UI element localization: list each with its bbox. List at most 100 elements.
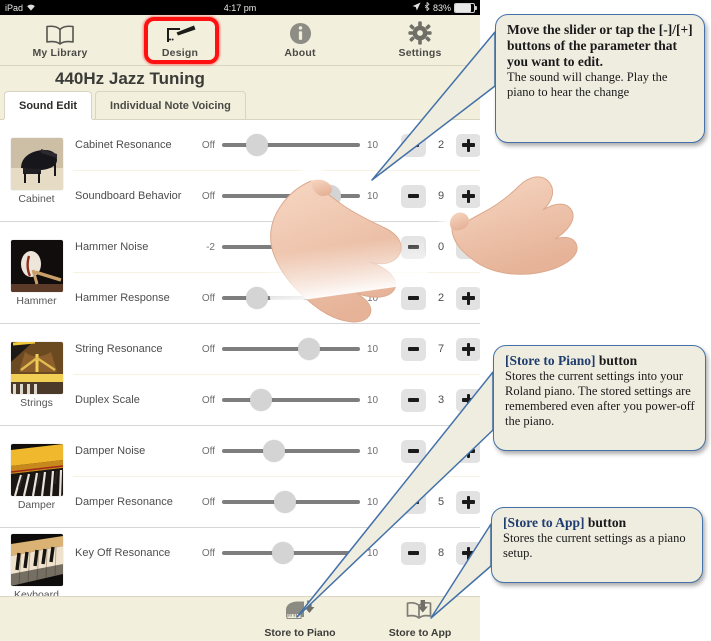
increment-button[interactable] xyxy=(456,490,480,514)
parameter-name: Duplex Scale xyxy=(75,394,140,406)
parameter-slider[interactable] xyxy=(222,389,360,411)
increment-button[interactable] xyxy=(456,286,480,310)
slider-min-label: Off xyxy=(201,547,215,559)
plus-icon xyxy=(462,240,475,254)
increment-button[interactable] xyxy=(456,388,480,412)
main-tab-bar[interactable]: My Library Design About Settings xyxy=(0,15,480,66)
plus-icon xyxy=(462,189,475,203)
callout-slider-instruction: Move the slider or tap the [-]/[+] butto… xyxy=(495,14,705,143)
increment-button[interactable] xyxy=(456,439,480,463)
store-to-piano-button[interactable]: Store to Piano xyxy=(240,597,360,641)
callout-store-piano-keyword: [Store to Piano] xyxy=(505,353,596,368)
parameter-slider[interactable] xyxy=(222,134,360,156)
stepper-controls[interactable]: 8 xyxy=(401,541,480,565)
store-to-app-label: Store to App xyxy=(388,627,452,639)
group-thumbnail-cell: Keyboard xyxy=(0,528,73,605)
minus-icon xyxy=(408,245,419,249)
increment-button[interactable] xyxy=(456,337,480,361)
parameter-name: Damper Noise xyxy=(75,445,146,457)
parameter-name: Soundboard Behavior xyxy=(75,190,182,202)
stepper-controls[interactable]: 5 xyxy=(401,490,480,514)
decrement-button[interactable] xyxy=(401,286,426,310)
parameter-value: 7 xyxy=(437,343,445,355)
tab-design[interactable]: Design xyxy=(120,15,240,65)
slider-knob[interactable] xyxy=(249,389,272,411)
stepper-controls[interactable]: 4 xyxy=(401,439,480,463)
parameter-slider[interactable] xyxy=(222,491,360,513)
decrement-button[interactable] xyxy=(401,388,426,412)
plus-icon xyxy=(462,342,475,356)
stepper-controls[interactable]: 2 xyxy=(401,286,480,310)
decrement-button[interactable] xyxy=(401,541,426,565)
gear-icon xyxy=(408,21,432,45)
plus-icon xyxy=(462,495,475,509)
parameter-row: Damper Noise Off 10 4 xyxy=(73,426,480,476)
parameter-slider[interactable] xyxy=(222,542,360,564)
increment-button[interactable] xyxy=(456,235,480,259)
stepper-controls[interactable]: 0 xyxy=(401,235,480,259)
slider-knob[interactable] xyxy=(271,542,294,564)
parameter-slider[interactable] xyxy=(222,185,360,207)
minus-icon xyxy=(408,500,419,504)
parameter-group: Cabinet Cabinet Resonance Off 10 2 Soundboard… xyxy=(0,120,480,222)
bottom-toolbar[interactable]: Store to Piano Store to App xyxy=(0,596,480,641)
decrement-button[interactable] xyxy=(401,235,426,259)
increment-button[interactable] xyxy=(456,184,480,208)
stepper-controls[interactable]: 9 xyxy=(401,184,480,208)
minus-icon xyxy=(408,194,419,198)
slider-min-label: Off xyxy=(201,292,215,304)
slider-min-label: Off xyxy=(201,190,215,202)
increment-button[interactable] xyxy=(456,541,480,565)
tab-my-library[interactable]: My Library xyxy=(0,15,120,65)
decrement-button[interactable] xyxy=(401,439,426,463)
group-rows: Key Off Resonance Off 10 8 xyxy=(73,528,480,605)
slider-max-label: 10 xyxy=(367,547,379,559)
slider-track xyxy=(222,143,360,147)
grand-piano-photo xyxy=(10,138,63,190)
parameter-group: Hammer Hammer Noise -2 10 0 Hammer Response Of… xyxy=(0,222,480,324)
tab-individual-note-voicing[interactable]: Individual Note Voicing xyxy=(95,91,246,119)
slider-knob[interactable] xyxy=(318,185,341,207)
parameter-row: String Resonance Off 10 7 xyxy=(73,324,480,374)
store-to-app-button[interactable]: Store to App xyxy=(360,597,480,641)
tab-settings[interactable]: Settings xyxy=(360,15,480,65)
callout-store-app-body: Stores the current settings as a piano s… xyxy=(503,530,686,560)
sub-tab-bar[interactable]: Sound Edit Individual Note Voicing xyxy=(0,91,480,120)
damper-photo xyxy=(10,444,63,496)
group-thumbnail-cell: Hammer xyxy=(0,222,73,323)
stepper-controls[interactable]: 2 xyxy=(401,133,480,157)
decrement-button[interactable] xyxy=(401,184,426,208)
slider-knob[interactable] xyxy=(297,338,320,360)
parameter-slider[interactable] xyxy=(222,287,360,309)
slider-knob[interactable] xyxy=(280,236,302,258)
decrement-button[interactable] xyxy=(401,490,426,514)
parameter-group: Damper Damper Noise Off 10 4 Damper Resonance… xyxy=(0,426,480,528)
group-rows: String Resonance Off 10 7 Duplex Scale Off 10 3 xyxy=(73,324,480,425)
tab-sound-edit[interactable]: Sound Edit xyxy=(4,91,93,119)
bluetooth-icon xyxy=(424,1,430,13)
slider-knob[interactable] xyxy=(263,440,286,462)
callout-store-to-app: [Store to App] button Stores the current… xyxy=(491,507,703,583)
stepper-controls[interactable]: 7 xyxy=(401,337,480,361)
parameter-slider[interactable] xyxy=(222,440,360,462)
parameter-row: Soundboard Behavior Off 10 9 xyxy=(73,170,480,221)
decrement-button[interactable] xyxy=(401,337,426,361)
parameter-value: 4 xyxy=(437,445,445,457)
increment-button[interactable] xyxy=(456,133,480,157)
slider-max-label: 10 xyxy=(367,394,379,406)
group-rows: Damper Noise Off 10 4 Damper Resonance Off 10 5 xyxy=(73,426,480,527)
parameter-slider[interactable] xyxy=(222,236,360,258)
parameter-slider[interactable] xyxy=(222,338,360,360)
parameter-list: Cabinet Cabinet Resonance Off 10 2 Soundboard… xyxy=(0,120,480,641)
parameter-group: Keyboard Key Off Resonance Off 10 8 xyxy=(0,528,480,606)
slider-knob[interactable] xyxy=(274,491,297,513)
minus-icon xyxy=(408,296,419,300)
tab-label-about: About xyxy=(284,47,316,59)
parameter-value: 8 xyxy=(437,547,445,559)
slider-knob[interactable] xyxy=(245,287,268,309)
stepper-controls[interactable]: 3 xyxy=(401,388,480,412)
tab-about[interactable]: About xyxy=(240,15,360,65)
decrement-button[interactable] xyxy=(401,133,426,157)
slider-knob[interactable] xyxy=(245,134,268,156)
